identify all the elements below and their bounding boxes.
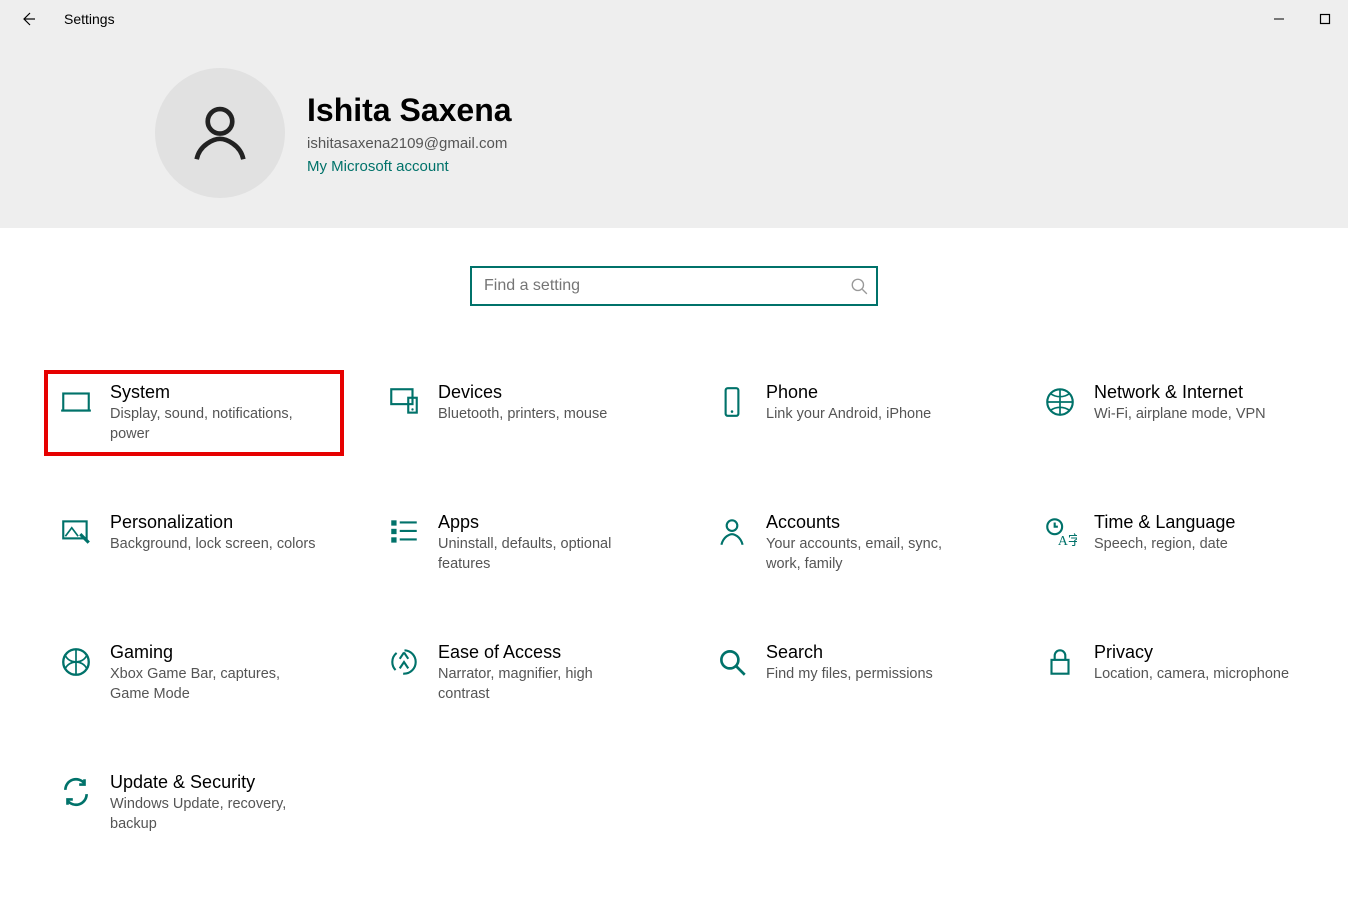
category-apps[interactable]: AppsUninstall, defaults, optional featur…: [372, 500, 672, 586]
category-title: Devices: [438, 382, 607, 403]
search-icon: [850, 277, 868, 295]
category-accounts[interactable]: AccountsYour accounts, email, sync, work…: [700, 500, 1000, 586]
category-time[interactable]: A字 Time & LanguageSpeech, region, date: [1028, 500, 1328, 586]
category-title: Privacy: [1094, 642, 1289, 663]
category-system[interactable]: SystemDisplay, sound, notifications, pow…: [44, 370, 344, 456]
update-icon: [56, 772, 96, 812]
category-title: Update & Security: [110, 772, 320, 793]
category-desc: Location, camera, microphone: [1094, 665, 1289, 685]
svg-text:A字: A字: [1058, 533, 1077, 548]
category-desc: Link your Android, iPhone: [766, 405, 931, 425]
avatar[interactable]: [155, 68, 285, 198]
category-desc: Xbox Game Bar, captures, Game Mode: [110, 665, 320, 704]
category-desc: Bluetooth, printers, mouse: [438, 405, 607, 425]
minimize-button[interactable]: [1256, 0, 1302, 38]
category-desc: Wi-Fi, airplane mode, VPN: [1094, 405, 1266, 425]
category-title: Phone: [766, 382, 931, 403]
apps-icon: [384, 512, 424, 552]
category-desc: Find my files, permissions: [766, 665, 933, 685]
category-devices[interactable]: DevicesBluetooth, printers, mouse: [372, 370, 672, 456]
system-icon: [56, 382, 96, 422]
category-desc: Display, sound, notifications, power: [110, 405, 320, 444]
category-desc: Your accounts, email, sync, work, family: [766, 535, 976, 574]
category-title: Personalization: [110, 512, 316, 533]
category-title: Apps: [438, 512, 648, 533]
user-email: ishitasaxena2109@gmail.com: [307, 135, 512, 152]
accounts-icon: [712, 512, 752, 552]
category-title: Network & Internet: [1094, 382, 1266, 403]
category-desc: Windows Update, recovery, backup: [110, 795, 320, 834]
gaming-icon: [56, 642, 96, 682]
ease-icon: [384, 642, 424, 682]
category-desc: Narrator, magnifier, high contrast: [438, 665, 648, 704]
category-network[interactable]: Network & InternetWi-Fi, airplane mode, …: [1028, 370, 1328, 456]
category-desc: Uninstall, defaults, optional features: [438, 535, 648, 574]
personalization-icon: [56, 512, 96, 552]
maximize-button[interactable]: [1302, 0, 1348, 38]
category-ease[interactable]: Ease of AccessNarrator, magnifier, high …: [372, 630, 672, 716]
window-title: Settings: [64, 11, 115, 27]
category-search[interactable]: SearchFind my files, permissions: [700, 630, 1000, 716]
time-icon: A字: [1040, 512, 1080, 552]
user-icon: [185, 98, 255, 168]
category-title: Gaming: [110, 642, 320, 663]
search-icon: [712, 642, 752, 682]
category-personalization[interactable]: PersonalizationBackground, lock screen, …: [44, 500, 344, 586]
category-phone[interactable]: PhoneLink your Android, iPhone: [700, 370, 1000, 456]
title-bar: Settings: [0, 0, 1348, 38]
devices-icon: [384, 382, 424, 422]
back-button[interactable]: [8, 0, 48, 38]
category-title: Search: [766, 642, 933, 663]
category-title: System: [110, 382, 320, 403]
category-desc: Background, lock screen, colors: [110, 535, 316, 555]
user-name: Ishita Saxena: [307, 92, 512, 129]
category-update[interactable]: Update & SecurityWindows Update, recover…: [44, 760, 344, 846]
category-title: Ease of Access: [438, 642, 648, 663]
search-box[interactable]: [470, 266, 878, 306]
microsoft-account-link[interactable]: My Microsoft account: [307, 158, 512, 175]
category-title: Time & Language: [1094, 512, 1235, 533]
privacy-icon: [1040, 642, 1080, 682]
search-input[interactable]: [484, 277, 850, 295]
network-icon: [1040, 382, 1080, 422]
category-title: Accounts: [766, 512, 976, 533]
category-desc: Speech, region, date: [1094, 535, 1235, 555]
phone-icon: [712, 382, 752, 422]
category-gaming[interactable]: GamingXbox Game Bar, captures, Game Mode: [44, 630, 344, 716]
category-privacy[interactable]: PrivacyLocation, camera, microphone: [1028, 630, 1328, 716]
user-header: Ishita Saxena ishitasaxena2109@gmail.com…: [0, 38, 1348, 228]
